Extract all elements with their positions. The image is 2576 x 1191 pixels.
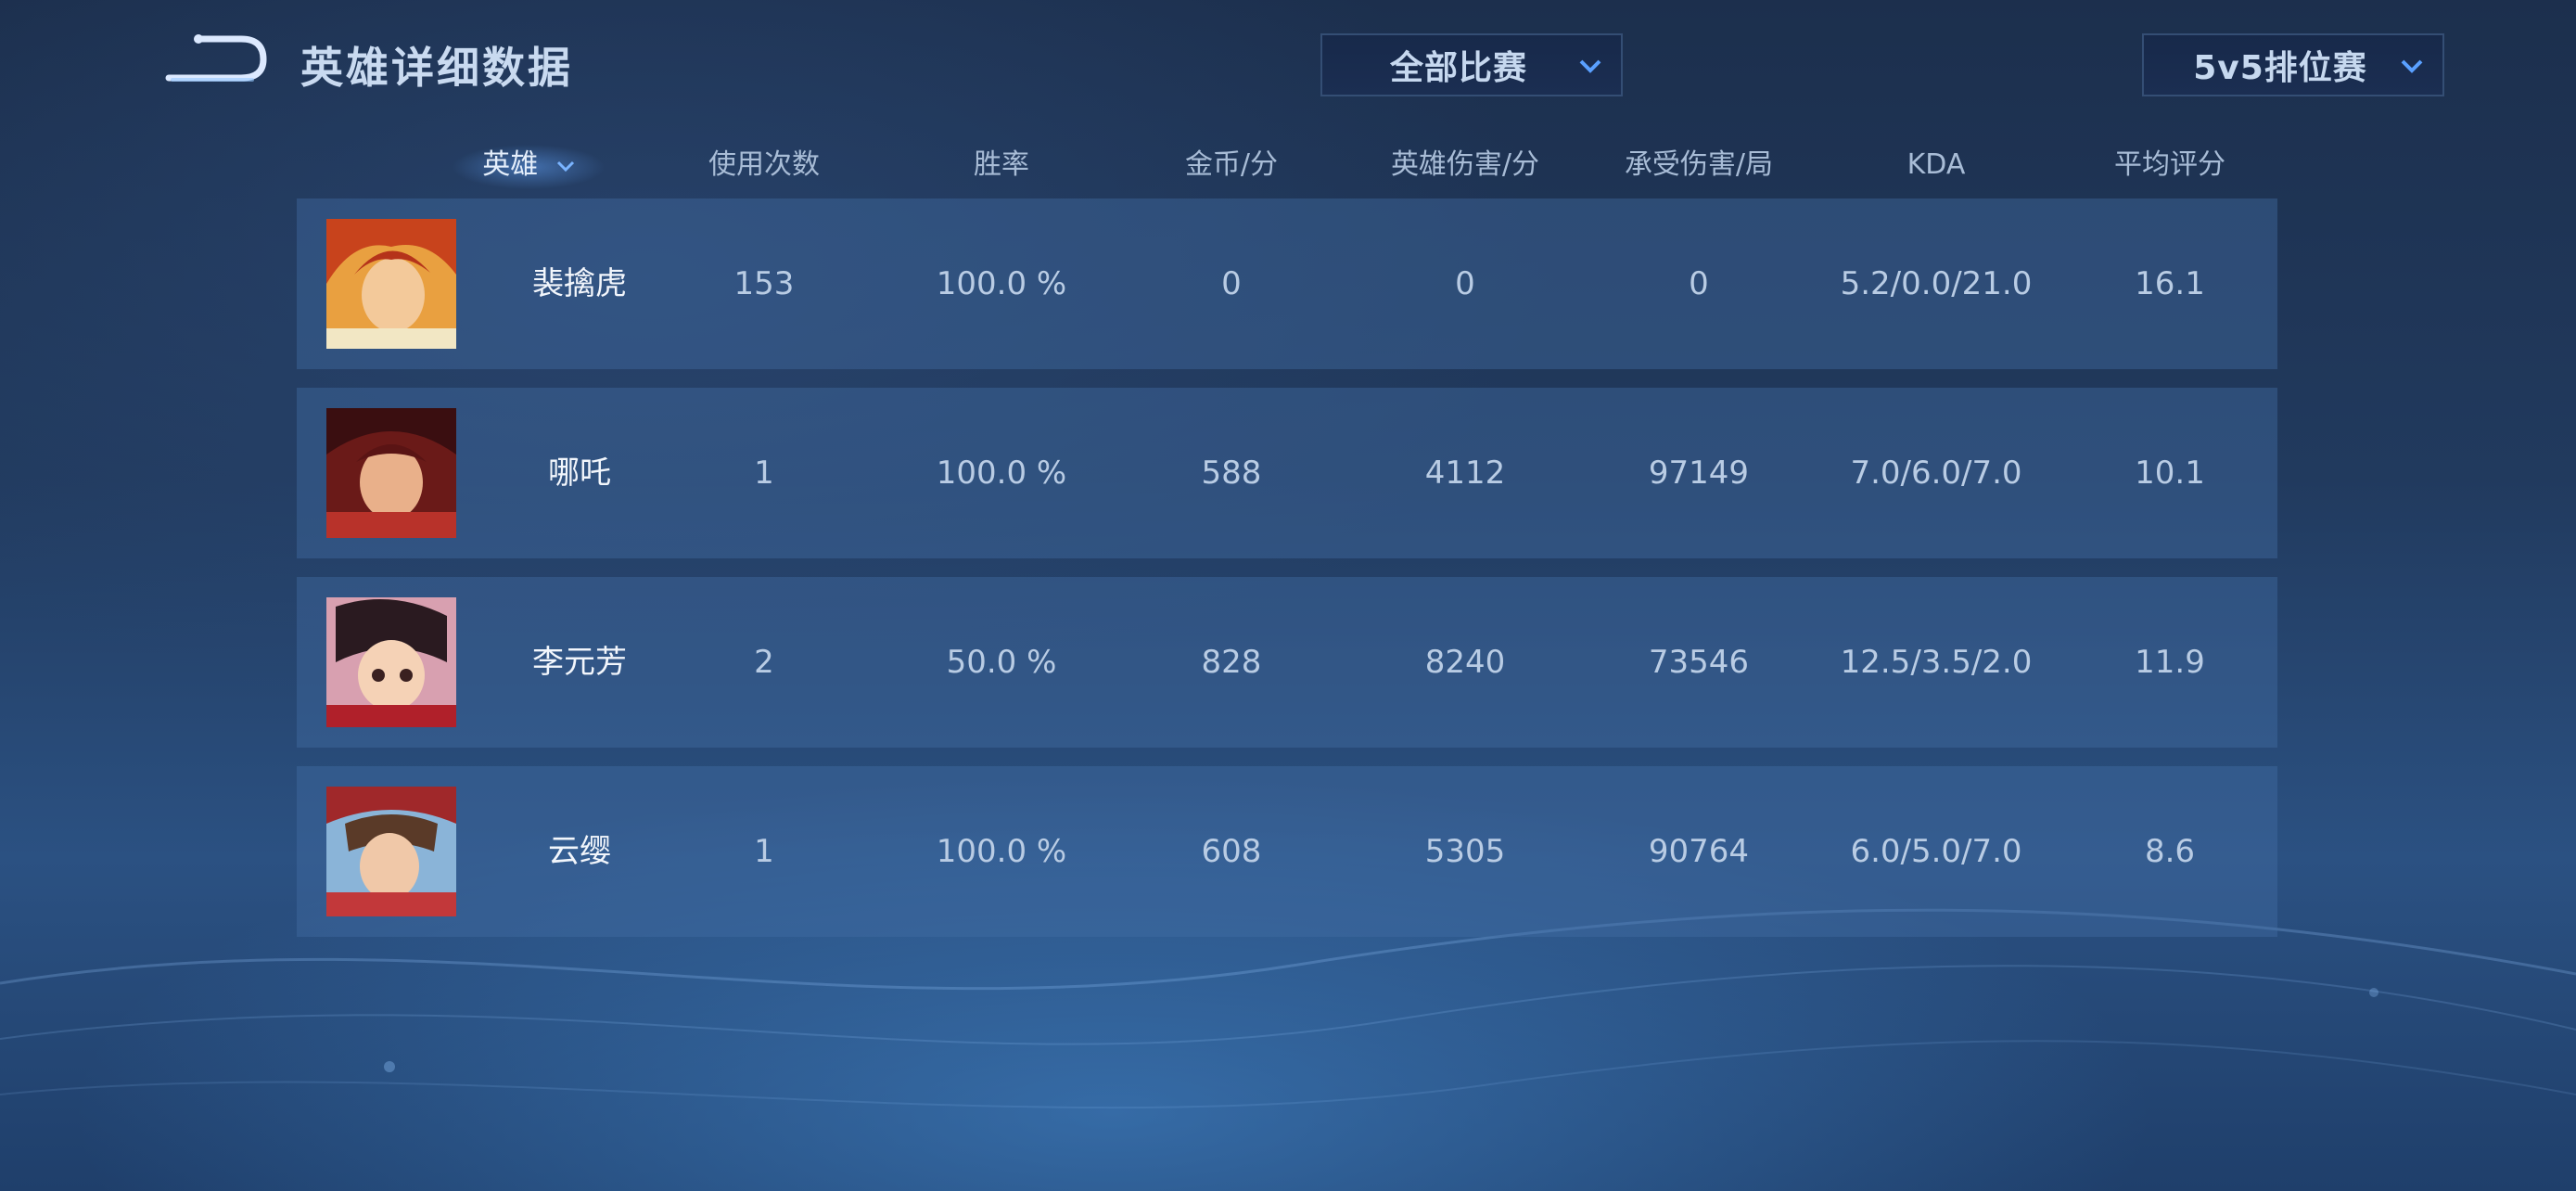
damage-taken-value: 73546 [1648, 644, 1750, 681]
damage-taken-value: 90764 [1648, 833, 1750, 870]
hero-portrait-icon [326, 597, 456, 727]
uses-value: 1 [754, 833, 774, 870]
kda-value: 6.0/5.0/7.0 [1850, 833, 2022, 870]
winrate-value: 100.0 % [936, 833, 1067, 870]
rating-value: 10.1 [2135, 455, 2205, 492]
damage-taken-value: 0 [1689, 265, 1709, 302]
hero-row[interactable]: 李元芳 2 50.0 % 828 8240 73546 12.5/3.5/2.0… [297, 577, 2277, 748]
hero-portrait-icon [326, 219, 456, 349]
game-mode-label: 5v5排位赛 [2193, 49, 2367, 87]
hero-name: 哪吒 [548, 455, 611, 492]
hero-name: 裴擒虎 [532, 265, 627, 302]
damage-taken-value: 97149 [1648, 455, 1750, 492]
winrate-value: 100.0 % [936, 265, 1067, 302]
hero-row[interactable]: 哪吒 1 100.0 % 588 4112 97149 7.0/6.0/7.0 … [297, 388, 2277, 558]
match-filter-dropdown[interactable]: 全部比赛 [1320, 33, 1623, 96]
chevron-down-icon [556, 160, 574, 172]
back-arrow-icon [165, 34, 267, 82]
column-header-gold: 金币/分 [1184, 148, 1279, 181]
column-header-damage: 英雄伤害/分 [1390, 148, 1540, 181]
hero-name: 李元芳 [532, 644, 627, 681]
uses-value: 2 [754, 644, 774, 681]
hero-row[interactable]: 云缨 1 100.0 % 608 5305 90764 6.0/5.0/7.0 … [297, 766, 2277, 937]
game-mode-dropdown[interactable]: 5v5排位赛 [2142, 33, 2444, 96]
damage-value: 5305 [1424, 833, 1506, 870]
winrate-value: 50.0 % [946, 644, 1057, 681]
column-header-rating: 平均评分 [2114, 148, 2225, 181]
column-header-kda: KDA [1906, 148, 1966, 181]
uses-value: 153 [733, 265, 795, 302]
hero-name: 云缨 [548, 833, 611, 870]
column-header-uses: 使用次数 [708, 148, 820, 181]
page-title: 英雄详细数据 [300, 43, 573, 93]
column-header-winrate: 胜率 [974, 148, 1029, 181]
gold-value: 608 [1201, 833, 1262, 870]
gold-value: 828 [1201, 644, 1262, 681]
hero-portrait-icon [326, 787, 456, 916]
rating-value: 11.9 [2135, 644, 2205, 681]
kda-value: 12.5/3.5/2.0 [1840, 644, 2033, 681]
damage-value: 4112 [1424, 455, 1506, 492]
damage-value: 0 [1455, 265, 1475, 302]
match-filter-label: 全部比赛 [1389, 49, 1527, 87]
hero-row[interactable]: 裴擒虎 153 100.0 % 0 0 0 5.2/0.0/21.0 16.1 [297, 198, 2277, 369]
hero-portrait-icon [326, 408, 456, 538]
rating-value: 16.1 [2135, 265, 2205, 302]
column-header-hero-label: 英雄 [482, 148, 539, 181]
uses-value: 1 [754, 455, 774, 492]
winrate-value: 100.0 % [936, 455, 1067, 492]
kda-value: 7.0/6.0/7.0 [1850, 455, 2022, 492]
gold-value: 588 [1201, 455, 1262, 492]
rating-value: 8.6 [2144, 833, 2196, 870]
chevron-down-icon [2401, 59, 2423, 73]
column-header-damage-taken: 承受伤害/局 [1624, 148, 1774, 181]
gold-value: 0 [1221, 265, 1242, 302]
column-header-hero-sort[interactable]: 英雄 [436, 139, 621, 191]
back-button[interactable] [159, 32, 274, 93]
chevron-down-icon [1579, 59, 1601, 73]
kda-value: 5.2/0.0/21.0 [1840, 265, 2033, 302]
damage-value: 8240 [1424, 644, 1506, 681]
